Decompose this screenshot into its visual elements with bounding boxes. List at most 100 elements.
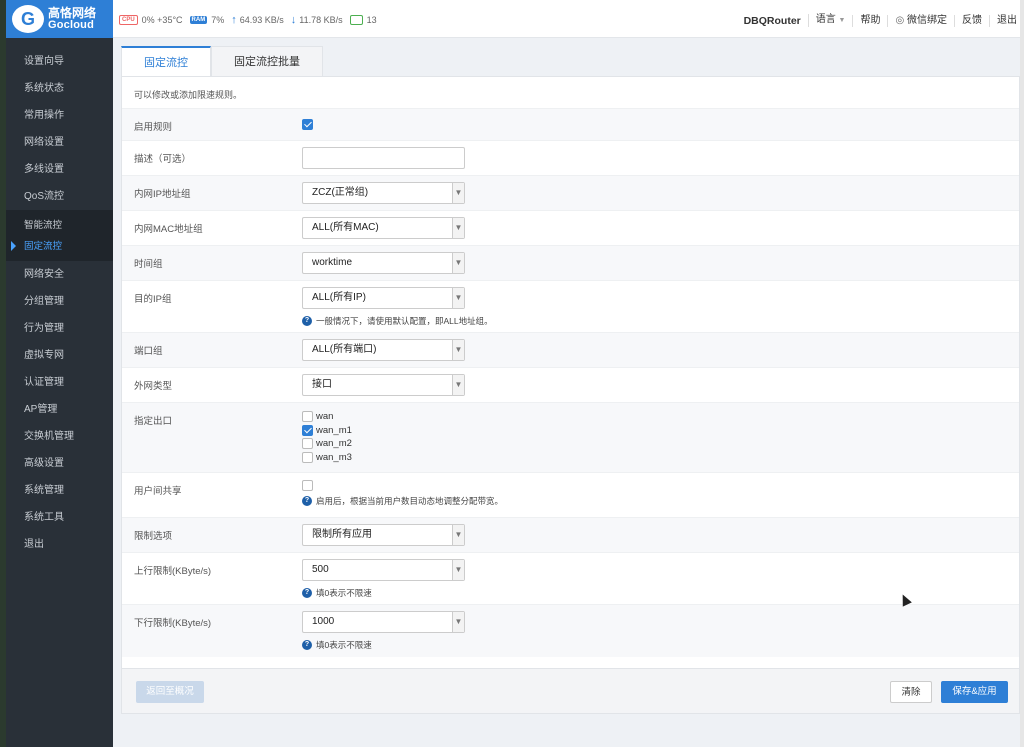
tab-fixed-qos-batch[interactable]: 固定流控批量 bbox=[211, 46, 323, 76]
chevron-down-icon: ▼ bbox=[452, 288, 464, 308]
cpu-stat: CPU 0% +35°C bbox=[119, 15, 183, 25]
sidebar-item-security[interactable]: 网络安全 bbox=[6, 261, 113, 288]
sidebar-item-multiline[interactable]: 多线设置 bbox=[6, 156, 113, 183]
chevron-down-icon: ▼ bbox=[452, 183, 464, 203]
row-share: 用户间共享 ? 启用后，根据当前用户数目动态地调整分配带宽。 bbox=[122, 473, 1019, 518]
sidebar-item-fixed-qos[interactable]: 固定流控 bbox=[6, 236, 113, 257]
down-limit-combo[interactable]: 1000 ▼ bbox=[302, 611, 465, 633]
outlet-option-wan[interactable]: wan bbox=[302, 410, 352, 424]
share-checkbox[interactable] bbox=[302, 479, 313, 491]
row-limit: 限制选项 限制所有应用 ▼ bbox=[122, 518, 1019, 553]
row-dstip: 目的IP组 ALL(所有IP) ▼ ? 一般情况下，请使用默认配置，即ALL地址组。 bbox=[122, 281, 1019, 333]
feedback-link[interactable]: 反馈 bbox=[954, 14, 989, 27]
sidebar-item-network-settings[interactable]: 网络设置 bbox=[6, 129, 113, 156]
row-timegroup: 时间组 worktime ▼ bbox=[122, 246, 1019, 281]
back-to-overview-button[interactable]: 返回至概况 bbox=[136, 681, 204, 703]
sidebar-item-system-tools[interactable]: 系统工具 bbox=[6, 504, 113, 531]
label-wantype: 外网类型 bbox=[134, 381, 173, 392]
limit-select[interactable]: 限制所有应用 ▼ bbox=[302, 524, 465, 546]
sidebar-item-behavior[interactable]: 行为管理 bbox=[6, 315, 113, 342]
help-icon: ? bbox=[302, 316, 312, 326]
sidebar-item-groups[interactable]: 分组管理 bbox=[6, 288, 113, 315]
label-enable: 启用规则 bbox=[134, 122, 173, 133]
row-port: 端口组 ALL(所有端口) ▼ bbox=[122, 333, 1019, 368]
timegroup-select[interactable]: worktime ▼ bbox=[302, 252, 465, 274]
chevron-down-icon: ▼ bbox=[452, 253, 464, 273]
download-stat: ↓ 11.78 KB/s bbox=[291, 14, 343, 26]
sidebar-item-smart-qos[interactable]: 智能流控 bbox=[6, 215, 113, 236]
ram-value: 7% bbox=[211, 15, 225, 25]
gocloud-logo-icon: G bbox=[12, 5, 44, 33]
wechat-bind-link[interactable]: ◎ 微信绑定 bbox=[887, 14, 954, 27]
sidebar-item-system-status[interactable]: 系统状态 bbox=[6, 75, 113, 102]
outlet-checkbox-wan[interactable] bbox=[302, 411, 313, 423]
row-enable: 启用规则 bbox=[122, 109, 1019, 141]
sidebar-item-vpn[interactable]: 虚拟专网 bbox=[6, 342, 113, 369]
sidebar-item-advanced[interactable]: 高级设置 bbox=[6, 450, 113, 477]
label-outlet: 指定出口 bbox=[134, 416, 173, 427]
clear-button[interactable]: 清除 bbox=[890, 681, 932, 703]
label-up: 上行限制(KByte/s) bbox=[134, 566, 212, 577]
devices-stat[interactable]: 13 bbox=[349, 15, 377, 25]
download-value: 11.78 KB/s bbox=[299, 15, 343, 25]
save-apply-button[interactable]: 保存&应用 bbox=[941, 681, 1008, 703]
ram-stat: RAM 7% bbox=[189, 15, 225, 25]
sidebar-item-switch[interactable]: 交换机管理 bbox=[6, 423, 113, 450]
row-wantype: 外网类型 接口 ▼ bbox=[122, 368, 1019, 403]
sidebar-item-ap[interactable]: AP管理 bbox=[6, 396, 113, 423]
logo-cn-text: 高恪网络 bbox=[48, 5, 97, 20]
sidebar-item-setup-wizard[interactable]: 设置向导 bbox=[6, 48, 113, 75]
port-select[interactable]: ALL(所有端口) ▼ bbox=[302, 339, 465, 361]
outlet-option-wan-m1[interactable]: wan_m1 bbox=[302, 424, 352, 438]
sidebar-item-common-ops[interactable]: 常用操作 bbox=[6, 102, 113, 129]
outlet-checkbox-wan-m3[interactable] bbox=[302, 451, 313, 463]
sidebar-nav: 设置向导 系统状态 常用操作 网络设置 多线设置 QoS流控 智能流控 固定流控… bbox=[6, 48, 113, 558]
sidebar-item-qos[interactable]: QoS流控 bbox=[6, 183, 113, 210]
top-menu: DBQRouter 语言 ▼ 帮助 ◎ 微信绑定 反馈 退出 bbox=[737, 14, 1024, 27]
outlet-checkbox-wan-m2[interactable] bbox=[302, 438, 313, 450]
up-limit-combo[interactable]: 500 ▼ bbox=[302, 559, 465, 581]
chevron-down-icon: ▼ bbox=[452, 340, 464, 360]
download-arrow-icon: ↓ bbox=[290, 14, 297, 26]
action-footer: 返回至概况 清除 保存&应用 bbox=[121, 668, 1020, 714]
logout-link[interactable]: 退出 bbox=[989, 14, 1024, 27]
share-hint: ? 启用后，根据当前用户数目动态地调整分配带宽。 bbox=[302, 495, 503, 507]
tab-fixed-qos[interactable]: 固定流控 bbox=[121, 46, 211, 76]
form-panel: 可以修改或添加限速规则。 启用规则 描述（可选） 内网IP地址组 ZCZ(正常组… bbox=[121, 76, 1020, 669]
row-ipgroup: 内网IP地址组 ZCZ(正常组) ▼ bbox=[122, 176, 1019, 211]
help-icon: ? bbox=[302, 640, 312, 650]
language-menu[interactable]: 语言 ▼ bbox=[807, 14, 853, 27]
chevron-down-icon: ▼ bbox=[452, 525, 464, 545]
row-down: 下行限制(KByte/s) 1000 ▼ ? 填0表示不限速 bbox=[122, 605, 1019, 657]
macgroup-select[interactable]: ALL(所有MAC) ▼ bbox=[302, 217, 465, 239]
enable-checkbox[interactable] bbox=[302, 118, 313, 130]
sidebar-submenu-qos: 智能流控 固定流控 bbox=[6, 210, 113, 261]
label-macgroup: 内网MAC地址组 bbox=[134, 224, 203, 235]
label-limit: 限制选项 bbox=[134, 531, 173, 542]
sidebar-item-exit[interactable]: 退出 bbox=[6, 531, 113, 558]
monitor-icon bbox=[349, 15, 363, 25]
tab-bar: 固定流控 固定流控批量 bbox=[121, 46, 1020, 76]
label-down: 下行限制(KByte/s) bbox=[134, 618, 212, 629]
sidebar-item-system-mgmt[interactable]: 系统管理 bbox=[6, 477, 113, 504]
dstip-select[interactable]: ALL(所有IP) ▼ bbox=[302, 287, 465, 309]
form-description: 可以修改或添加限速规则。 bbox=[122, 77, 1019, 109]
help-icon: ? bbox=[302, 496, 312, 506]
wantype-select[interactable]: 接口 ▼ bbox=[302, 374, 465, 396]
sidebar-item-auth[interactable]: 认证管理 bbox=[6, 369, 113, 396]
window-edge bbox=[1020, 0, 1024, 747]
row-outlet: 指定出口 wan wan_m1 wan_m2 wan_m3 bbox=[122, 403, 1019, 473]
outlet-option-wan-m3[interactable]: wan_m3 bbox=[302, 451, 352, 465]
router-name: DBQRouter bbox=[743, 14, 801, 27]
outlet-option-wan-m2[interactable]: wan_m2 bbox=[302, 437, 352, 451]
ipgroup-select[interactable]: ZCZ(正常组) ▼ bbox=[302, 182, 465, 204]
describe-input[interactable] bbox=[302, 147, 465, 169]
help-link[interactable]: 帮助 bbox=[852, 14, 887, 27]
label-dstip: 目的IP组 bbox=[134, 294, 172, 305]
cpu-icon: CPU bbox=[119, 15, 138, 25]
chevron-down-icon: ▼ bbox=[452, 612, 464, 632]
outlet-checkbox-wan-m1[interactable] bbox=[302, 424, 313, 436]
help-icon: ? bbox=[302, 588, 312, 598]
logo[interactable]: G 高恪网络 Gocloud bbox=[6, 0, 113, 38]
chevron-down-icon: ▼ bbox=[452, 218, 464, 238]
